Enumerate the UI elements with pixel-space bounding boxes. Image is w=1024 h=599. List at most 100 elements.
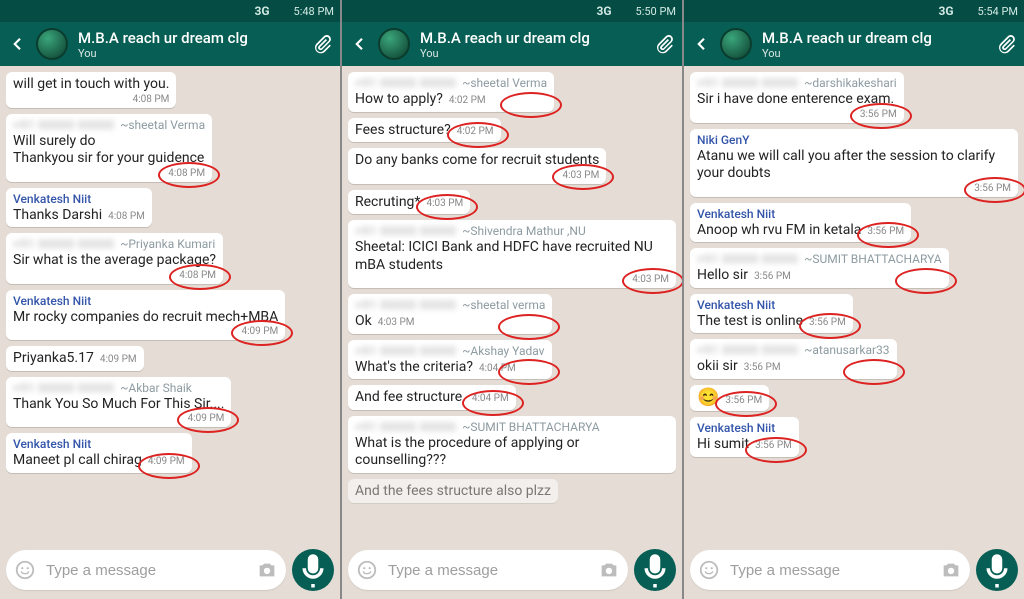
composer <box>342 541 682 599</box>
message-text: And the fees structure also plzz <box>355 483 551 501</box>
message-time: 3:56 PM <box>697 109 897 120</box>
message-text: How to apply?4:02 PM <box>355 91 547 109</box>
message-text: will get in touch with you. <box>13 76 169 94</box>
mic-button[interactable] <box>976 549 1018 591</box>
sender-line: +91 00000 00000~sheetal verma <box>355 298 545 312</box>
message-time: 4:03 PM <box>355 274 669 285</box>
message-time: 4:02 PM <box>457 126 494 139</box>
input-bar[interactable] <box>348 550 628 590</box>
phone-pane-1: 3G5:50 PMM.B.A reach ur dream clgYou+91 … <box>342 0 682 599</box>
message-time: 4:09 PM <box>148 456 185 469</box>
message-bubble[interactable]: Recruting*4:03 PM <box>348 190 470 215</box>
chat-header[interactable]: M.B.A reach ur dream clgYou <box>342 22 682 66</box>
message-time: 3:56 PM <box>754 271 791 284</box>
sender-line: Venkatesh Niit <box>13 294 278 308</box>
back-icon[interactable] <box>8 35 26 53</box>
message-text: Thank You So Much For This Sir.... <box>13 396 224 414</box>
sender-line: Venkatesh Niit <box>697 421 792 435</box>
message-bubble[interactable]: Venkatesh NiitManeet pl call chirag4:09 … <box>6 433 192 473</box>
input-bar[interactable] <box>690 550 970 590</box>
message-text: Do any banks come for recruit students <box>355 152 599 170</box>
message-time: 4:03 PM <box>426 198 463 211</box>
group-avatar[interactable] <box>378 28 410 60</box>
message-time: 4:08 PM <box>13 168 205 179</box>
back-icon[interactable] <box>692 35 710 53</box>
message-bubble[interactable]: Do any banks come for recruit students4:… <box>348 148 606 184</box>
message-input[interactable] <box>44 561 248 580</box>
group-avatar[interactable] <box>36 28 68 60</box>
message-bubble[interactable]: will get in touch with you.4:08 PM <box>6 72 176 108</box>
message-bubble[interactable]: +91 00000 00000~SUMIT BHATTACHARYAHello … <box>690 248 949 288</box>
message-time: 4:08 PM <box>108 211 145 224</box>
input-bar[interactable] <box>6 550 286 590</box>
message-time: 4:02 PM <box>449 95 486 108</box>
message-bubble[interactable]: +91 00000 00000~Shivendra Mathur ,NUShee… <box>348 220 676 288</box>
message-bubble[interactable]: Venkatesh NiitMr rocky companies do recr… <box>6 290 285 341</box>
sender-line: +91 00000 00000~Shivendra Mathur ,NU <box>355 224 669 238</box>
camera-icon[interactable] <box>598 559 620 581</box>
sender-line: +91 00000 00000~Priyanka Kumari <box>13 237 216 251</box>
network-label: 3G <box>254 4 269 18</box>
chat-subtitle: You <box>762 47 986 60</box>
chat-scroll[interactable]: +91 00000 00000~sheetal VermaHow to appl… <box>342 66 682 541</box>
status-bar: 3G5:54 PM <box>684 0 1024 22</box>
message-bubble[interactable]: Niki GenYAtanu we will call you after th… <box>690 129 1018 197</box>
attach-icon[interactable] <box>996 34 1016 54</box>
clock: 5:48 PM <box>294 5 334 18</box>
message-bubble[interactable]: +91 00000 00000~sheetal vermaOk4:03 PM <box>348 294 552 334</box>
message-time: 3:56 PM <box>725 395 762 408</box>
camera-icon[interactable] <box>256 559 278 581</box>
message-time: 3:56 PM <box>744 362 781 375</box>
emoji-icon[interactable] <box>14 559 36 581</box>
message-text: Sir what is the average package? <box>13 252 216 270</box>
sender-line: +91 00000 00000~sheetal Verma <box>355 76 547 90</box>
message-text: Maneet pl call chirag4:09 PM <box>13 452 185 470</box>
composer <box>684 541 1024 599</box>
message-bubble[interactable]: +91 00000 00000~Akshay YadavWhat's the c… <box>348 340 552 380</box>
message-text: okii sir3:56 PM <box>697 358 890 376</box>
message-text: Thanks Darshi4:08 PM <box>13 207 145 225</box>
message-bubble[interactable]: +91 00000 00000~atanusarkar33okii sir3:5… <box>690 339 897 379</box>
mic-button[interactable] <box>634 549 676 591</box>
message-bubble[interactable]: Venkatesh NiitThanks Darshi4:08 PM <box>6 188 152 228</box>
attach-icon[interactable] <box>312 34 332 54</box>
attach-icon[interactable] <box>654 34 674 54</box>
message-bubble[interactable]: Venkatesh NiitHi sumit3:56 PM <box>690 417 799 457</box>
message-text: What is the procedure of applying or cou… <box>355 435 669 470</box>
network-label: 3G <box>938 4 953 18</box>
emoji-icon[interactable] <box>698 559 720 581</box>
network-label: 3G <box>596 4 611 18</box>
message-bubble[interactable]: +91 00000 00000~darshikakeshariSir i hav… <box>690 72 904 123</box>
chat-header[interactable]: M.B.A reach ur dream clgYou <box>684 22 1024 66</box>
message-bubble[interactable]: +91 00000 00000~Akbar ShaikThank You So … <box>6 377 231 428</box>
chat-header[interactable]: M.B.A reach ur dream clgYou <box>0 22 340 66</box>
message-input[interactable] <box>728 561 932 580</box>
group-avatar[interactable] <box>720 28 752 60</box>
emoji-icon[interactable] <box>356 559 378 581</box>
sender-line: Venkatesh Niit <box>697 207 904 221</box>
message-bubble[interactable]: Venkatesh NiitAnoop wh rvu FM in ketala3… <box>690 203 911 243</box>
message-time: 4:08 PM <box>13 94 169 105</box>
sender-line: Venkatesh Niit <box>697 298 846 312</box>
chat-scroll[interactable]: will get in touch with you.4:08 PM+91 00… <box>0 66 340 541</box>
message-bubble[interactable]: +91 00000 00000~sheetal VermaHow to appl… <box>348 72 554 112</box>
message-bubble[interactable]: And fee structure.4:04 PM <box>348 385 516 410</box>
message-bubble[interactable]: And the fees structure also plzz <box>348 479 558 504</box>
message-text: Fees structure?4:02 PM <box>355 122 494 140</box>
message-bubble[interactable]: 😊3:56 PM <box>690 385 769 412</box>
message-bubble[interactable]: Venkatesh NiitThe test is online3:56 PM <box>690 294 853 334</box>
message-bubble[interactable]: +91 00000 00000~sheetal VermaWill surely… <box>6 114 212 182</box>
phone-pane-0: 3G5:48 PMM.B.A reach ur dream clgYouwill… <box>0 0 340 599</box>
sender-line: +91 00000 00000~SUMIT BHATTACHARYA <box>697 252 942 266</box>
chat-subtitle: You <box>78 47 302 60</box>
camera-icon[interactable] <box>940 559 962 581</box>
message-bubble[interactable]: +91 00000 00000~Priyanka KumariSir what … <box>6 233 223 284</box>
mic-button[interactable] <box>292 549 334 591</box>
back-icon[interactable] <box>350 35 368 53</box>
sender-line: +91 00000 00000~Akshay Yadav <box>355 344 545 358</box>
message-bubble[interactable]: Fees structure?4:02 PM <box>348 118 501 143</box>
message-bubble[interactable]: Priyanka5.174:09 PM <box>6 346 144 371</box>
message-input[interactable] <box>386 561 590 580</box>
message-bubble[interactable]: +91 00000 00000~SUMIT BHATTACHARYAWhat i… <box>348 416 676 473</box>
chat-scroll[interactable]: +91 00000 00000~darshikakeshariSir i hav… <box>684 66 1024 541</box>
